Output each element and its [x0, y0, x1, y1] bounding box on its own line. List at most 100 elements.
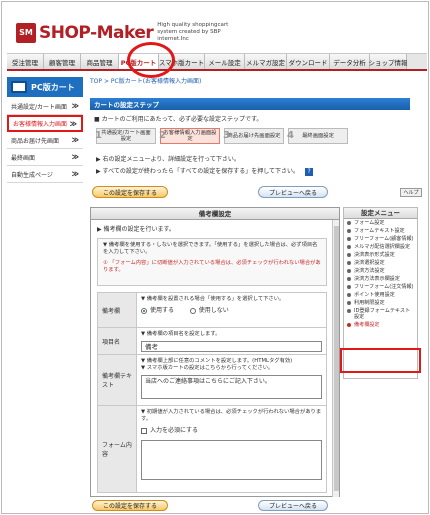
radio-not-use[interactable]: 使用しない: [189, 307, 229, 314]
breadcrumb-top-link[interactable]: TOP: [90, 78, 102, 85]
radio-checked-icon: [141, 307, 147, 314]
page-frame: SM SHOP-Maker High quality shoppingcart …: [1, 1, 429, 514]
settings-item[interactable]: フォームテキスト設定: [344, 227, 417, 235]
row-hint: ▼ 初期値が入力されている場合は、必須チェックが行われない場合があります。: [141, 409, 322, 422]
bullet-icon: [347, 323, 351, 327]
logo-mark-icon: SM: [16, 22, 36, 43]
form-content-area[interactable]: [141, 439, 322, 480]
remarks-text-area[interactable]: 当店へのご連絡事項はこちらにご記入下さい。: [141, 375, 322, 399]
sidebar-item-common-cart[interactable]: 共通設定/カート画面 ≫: [7, 98, 83, 115]
tab-shop-info[interactable]: ショップ情報: [369, 54, 408, 69]
tab-mailmag-settings[interactable]: メルマガ設定: [245, 54, 287, 69]
settings-item-label: フォーム設定: [354, 220, 385, 226]
settings-item-label: フリーフォーム(注文情報): [354, 284, 414, 290]
panel-info: ▶ 備考欄の設定を行います。: [97, 226, 175, 233]
settings-item-label: 利用制限設定: [354, 300, 385, 306]
checkbox-label: 入力を必須にする: [150, 427, 199, 434]
bullet-icon: [347, 277, 351, 281]
breadcrumb-current: PC版カート(お客様情報入力画面): [110, 78, 202, 85]
settings-item[interactable]: 決済選択設定: [344, 259, 417, 267]
settings-item-remarks[interactable]: 備考欄設定: [344, 321, 417, 329]
row-body: ▼ 備考欄を設置される場合「使用する」を選択して下さい。 使用する 使用しない: [137, 293, 326, 327]
bullet-icon: [347, 245, 351, 249]
panel-scrollbar[interactable]: [332, 220, 339, 497]
tab-download[interactable]: ダウンロード: [287, 54, 330, 69]
instruction-2: ▶ すべての設定が終わったら「すべての設定を保存する」を押して下さい。?: [96, 166, 314, 176]
breadcrumb: TOP > PC版カート(お客様情報入力画面): [90, 76, 201, 85]
settings-item[interactable]: 決済表示形式設定: [344, 251, 417, 259]
bullet-icon: [347, 229, 351, 233]
panel-warning: ① 「フォーム内容」に切断値が入力されている場合は、必須チェックが行われない場合…: [103, 260, 321, 273]
settings-item[interactable]: ポイント使用設定: [344, 291, 417, 299]
item-name-input[interactable]: 備考: [141, 341, 322, 352]
chevron-right-icon: ≫: [71, 102, 79, 110]
settings-item-label: メルマガ配信選択欄設定: [354, 244, 411, 250]
settings-item[interactable]: ID登録フォームテキスト設定: [344, 307, 417, 321]
sidebar-item-final[interactable]: 最終画面 ≫: [7, 149, 83, 166]
save-settings-button-bottom[interactable]: この設定を保存する: [92, 500, 168, 511]
breadcrumb-separator: >: [103, 78, 109, 85]
sidebar-item-autogen[interactable]: 自動生成ページ ≫: [7, 166, 83, 183]
settings-item-label: フォームテキスト設定: [354, 228, 405, 234]
row-label: 備考欄テキスト: [98, 355, 137, 405]
bullet-icon: [347, 293, 351, 297]
back-to-preview-button[interactable]: プレビューへ戻る: [258, 186, 328, 198]
settings-item-label: フリーフォーム(顧客情報): [354, 236, 414, 242]
chevron-right-icon: ≫: [71, 170, 79, 178]
step-2[interactable]: 2 お客様情報入力画面設定: [159, 128, 220, 144]
tab-mail-settings[interactable]: メール設定: [205, 54, 245, 69]
radio-label: 使用しない: [198, 307, 229, 314]
brand-logo[interactable]: SM SHOP-Maker High quality shoppingcart …: [16, 22, 237, 43]
main-nav: 受注管理 顧客管理 商品管理 PC版カート スマホ版カート メール設定 メルマガ…: [7, 53, 427, 71]
save-settings-button[interactable]: この設定を保存する: [92, 186, 168, 198]
radio-empty-icon: [189, 307, 196, 314]
remarks-settings-panel: 備考欄設定 ▶ 備考欄の設定を行います。 ▼ 備考欄を使用する・しないを選択でき…: [90, 207, 340, 497]
sidebar-item-label: 自動生成ページ: [11, 171, 53, 179]
panel-hint-box: ▼ 備考欄を使用する・しないを選択できます。「使用する」を選択した場合は、必ず項…: [97, 238, 327, 286]
setup-steps: 1 共通設定/カート画面設定 2 お客様情報入力画面設定 3 商品お届け先画面設定 4…: [95, 128, 352, 144]
sidebar: 共通設定/カート画面 ≫ お客様情報入力画面 ≫ 商品お届け先画面 ≫ 最終画面 ≫ 自…: [7, 98, 83, 183]
required-checkbox[interactable]: 入力を必須にする: [141, 427, 198, 434]
bullet-icon: [347, 301, 351, 305]
row-hint: ▼ 備考欄の項目名を設定します。: [141, 331, 221, 337]
settings-item[interactable]: フォーム設定: [344, 219, 417, 227]
step-label: お客様情報入力画面設定: [163, 130, 217, 142]
intro-text: ■ カートのご利用にあたって、必ず必要な設定ステップです。: [94, 116, 263, 123]
step-1[interactable]: 1 共通設定/カート画面設定: [95, 128, 156, 144]
row-label: フォーム内容: [98, 406, 137, 492]
settings-item[interactable]: 決済方法設定: [344, 267, 417, 275]
back-to-preview-button-bottom[interactable]: プレビューへ戻る: [258, 500, 328, 511]
settings-item[interactable]: 利用制限設定: [344, 299, 417, 307]
scrollbar-thumb[interactable]: [334, 226, 339, 491]
step-4[interactable]: 4 最終画面設定: [287, 128, 348, 144]
settings-item[interactable]: フリーフォーム(注文情報): [344, 283, 417, 291]
step-label: 共通設定/カート画面設定: [101, 130, 151, 142]
checkbox-icon: [141, 427, 147, 434]
row-label: 項目名: [98, 328, 137, 354]
callout-box: [340, 348, 421, 373]
settings-item[interactable]: フリーフォーム(顧客情報): [344, 235, 417, 243]
bullet-icon: [347, 309, 351, 313]
help-button[interactable]: ヘルプ: [400, 188, 422, 197]
tab-orders[interactable]: 受注管理: [7, 54, 44, 69]
step-label: 商品お届け先画面設定: [227, 133, 281, 139]
bullet-icon: [347, 237, 351, 241]
tab-customers[interactable]: 顧客管理: [44, 54, 81, 69]
row-hint-link[interactable]: ▼ スマホ版カートの設定はこちらから行ってください。: [141, 365, 322, 372]
settings-item[interactable]: メルマガ配信選択欄設定: [344, 243, 417, 251]
settings-item[interactable]: 決済方法表示欄設定: [344, 275, 417, 283]
radio-label: 使用する: [150, 307, 175, 314]
tab-products[interactable]: 商品管理: [81, 54, 119, 69]
tab-data-analysis[interactable]: データ分析: [330, 54, 370, 69]
instruction-1: ▶ 右の設定メニューより、詳細設定を行って下さい。: [96, 156, 240, 163]
sidebar-item-customer-info[interactable]: お客様情報入力画面 ≫: [7, 115, 83, 132]
radio-use[interactable]: 使用する: [141, 307, 174, 314]
row-label: 備考欄: [98, 293, 137, 327]
sidebar-item-delivery[interactable]: 商品お届け先画面 ≫: [7, 132, 83, 149]
row-body: ▼ 備考欄の項目名を設定します。 備考: [137, 328, 326, 354]
row-item-name: 項目名 ▼ 備考欄の項目名を設定します。 備考: [97, 327, 327, 355]
help-icon[interactable]: ?: [305, 167, 314, 176]
bullet-icon: [347, 269, 351, 273]
row-hint: ▼ 備考欄上部に任意のコメントを設定します。(HTMLタグ有効): [141, 358, 293, 364]
step-3[interactable]: 3 商品お届け先画面設定: [223, 128, 284, 144]
